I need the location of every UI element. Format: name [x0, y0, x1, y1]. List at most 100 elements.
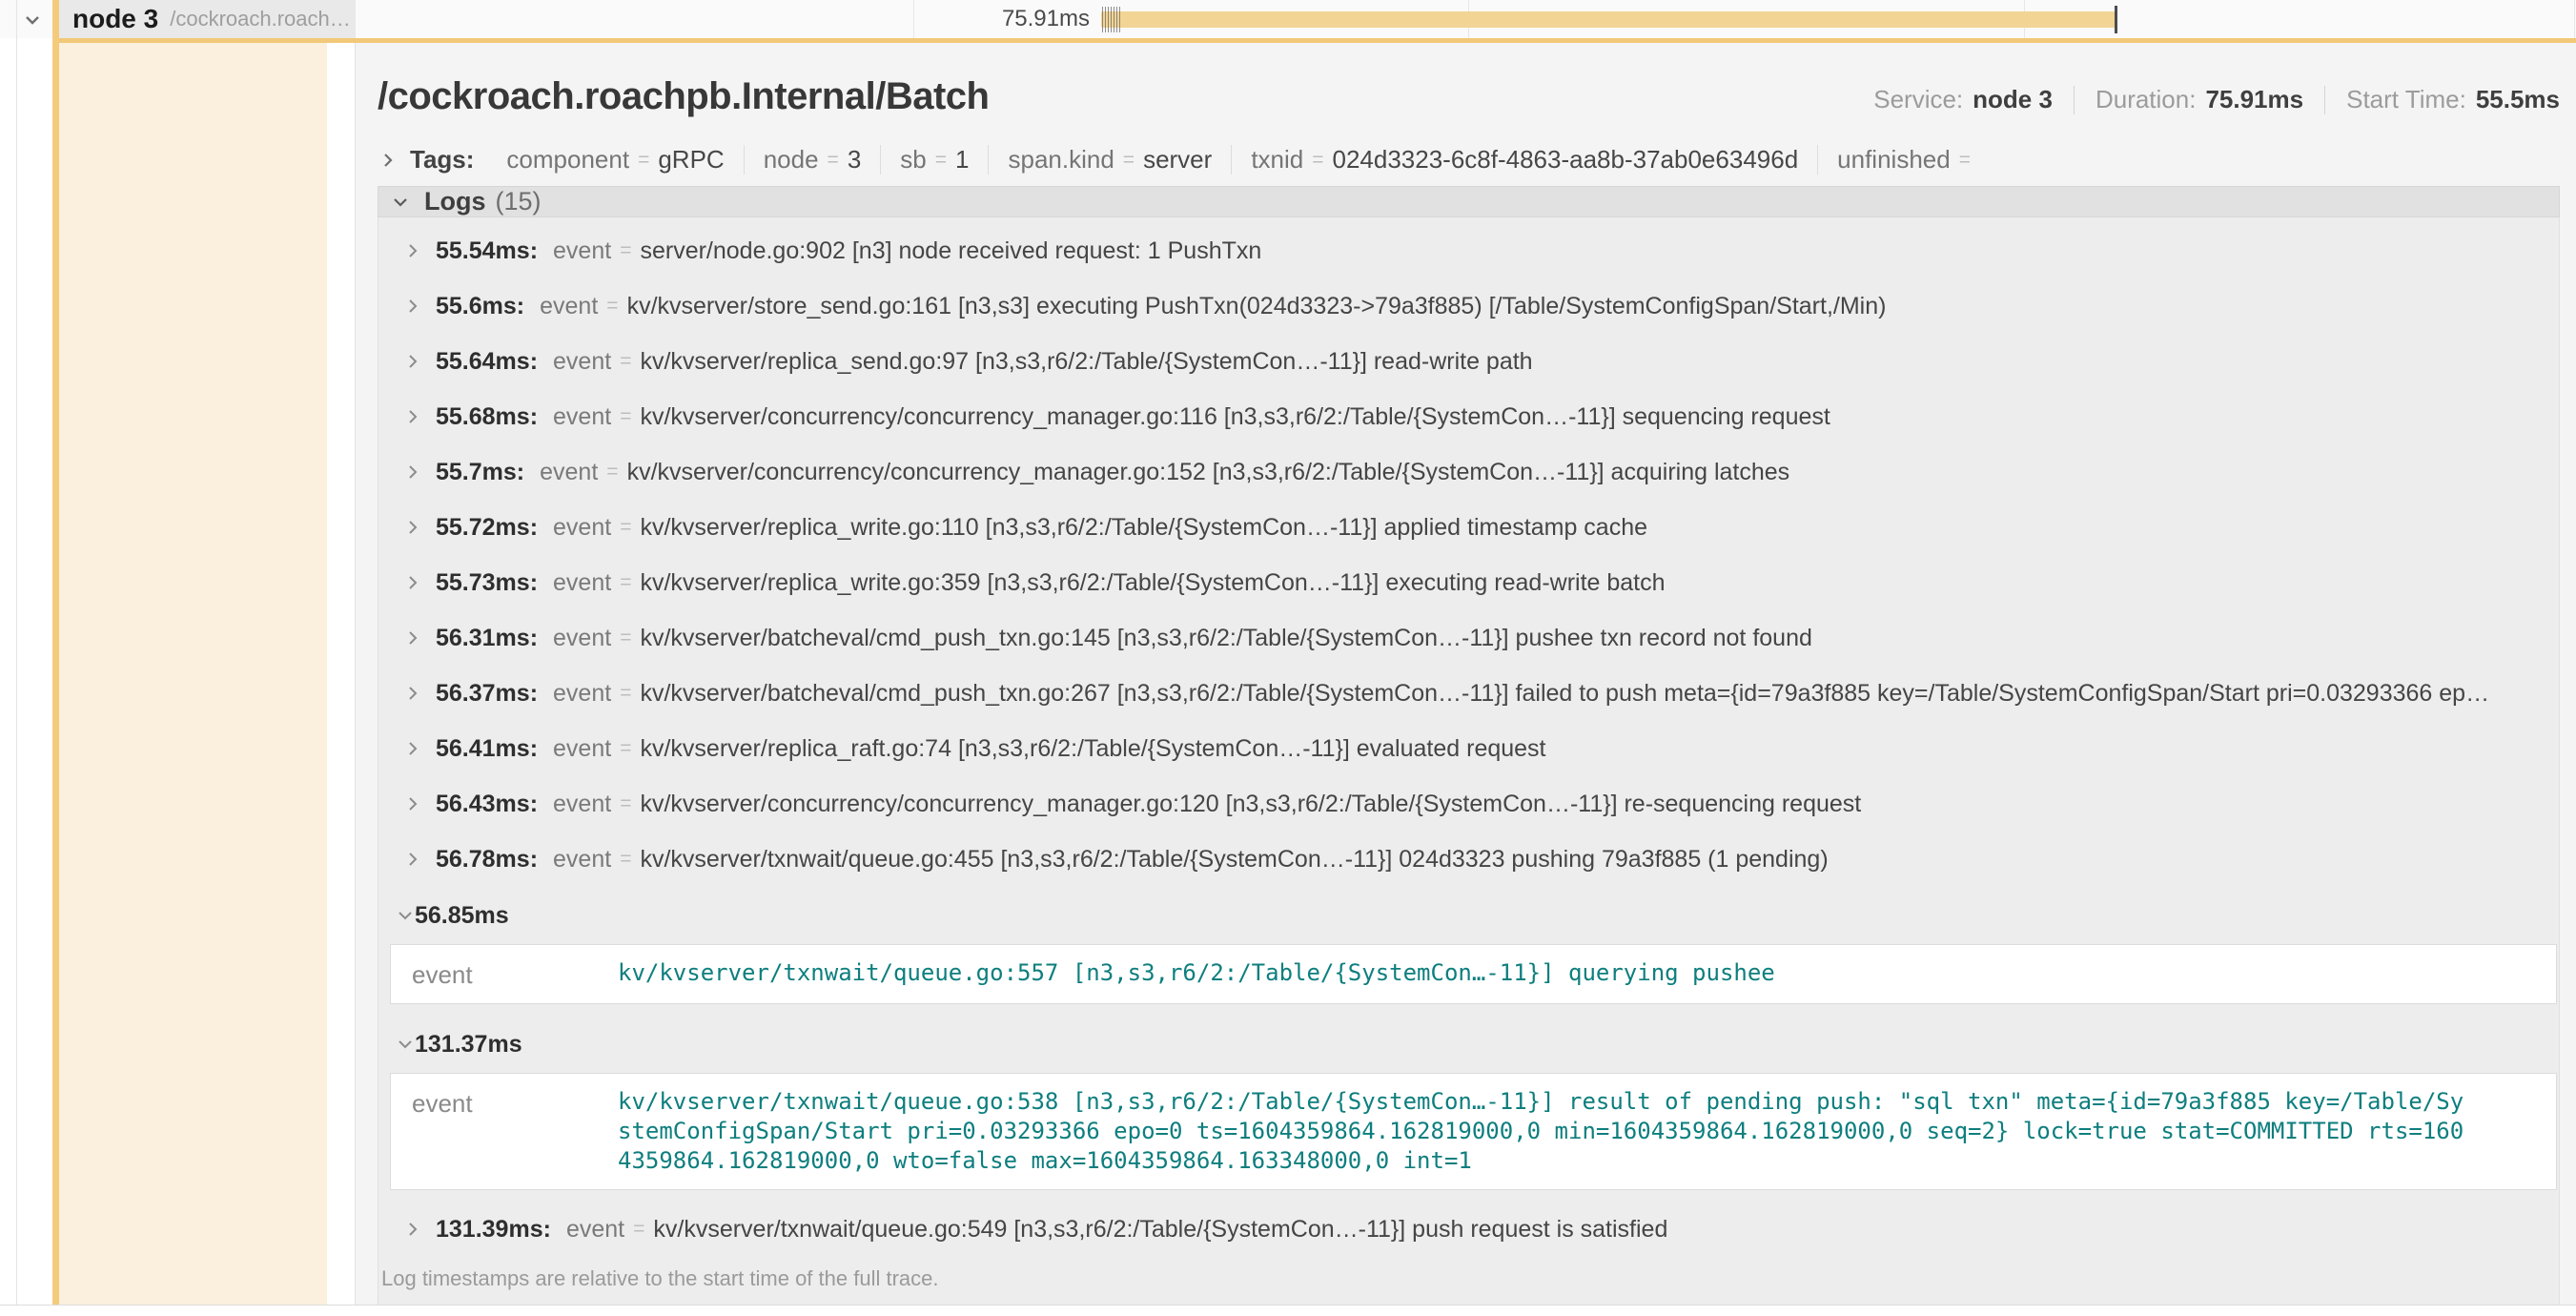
log-value: kv/kvserver/txnwait/queue.go:549 [n3,s3,… [653, 1216, 1667, 1244]
log-field-name: event [553, 403, 611, 431]
timeline-gridline [2574, 0, 2575, 38]
equals-sign: = [620, 627, 631, 649]
equals-sign: = [620, 682, 631, 705]
detail-header-meta: Service: node 3 Duration: 75.91ms Start … [1873, 85, 2560, 118]
tags-section-header[interactable]: Tags: component = gRPC node = 3 sb = 1 s… [378, 145, 2560, 175]
log-field-name: event [553, 680, 611, 708]
log-row[interactable]: 56.78ms: event = kv/kvserver/txnwait/que… [378, 832, 2559, 887]
log-field-name: event [553, 846, 611, 874]
log-field-name: event [553, 237, 611, 265]
log-timestamp: 56.37ms: [436, 680, 538, 708]
tags-label: Tags: [410, 145, 474, 175]
logs-section-header[interactable]: Logs (15) [378, 186, 2560, 217]
tag-item: node = 3 [744, 145, 881, 175]
log-row[interactable]: 55.54ms: event = server/node.go:902 [n3]… [378, 223, 2559, 278]
log-timestamp: 56.85ms [415, 902, 509, 930]
log-row[interactable]: 55.68ms: event = kv/kvserver/concurrency… [378, 389, 2559, 444]
log-field-name: event [540, 459, 598, 486]
equals-sign: = [620, 571, 631, 594]
log-value: kv/kvserver/batcheval/cmd_push_txn.go:26… [640, 680, 2489, 708]
log-value: kv/kvserver/batcheval/cmd_push_txn.go:14… [640, 625, 1811, 652]
log-timestamp: 55.68ms: [436, 403, 538, 431]
log-row[interactable]: 56.41ms: event = kv/kvserver/replica_raf… [378, 721, 2559, 776]
tag-value: 3 [848, 145, 861, 175]
chevron-down-icon [390, 192, 411, 213]
span-service-name: node 3 [72, 4, 158, 34]
log-timestamp: 55.54ms: [436, 237, 538, 265]
equals-sign: = [1312, 149, 1323, 172]
log-row[interactable]: 55.64ms: event = kv/kvserver/replica_sen… [378, 334, 2559, 389]
detail-header: /cockroach.roachpb.Internal/Batch Servic… [378, 75, 2560, 118]
tag-item: span.kind = server [988, 145, 1231, 175]
equals-sign: = [606, 295, 618, 318]
tree-column-divider [16, 0, 17, 1305]
log-timestamp: 56.41ms: [436, 735, 538, 763]
log-row-expanded-header[interactable]: 56.85ms [378, 887, 2559, 944]
log-timestamp: 55.7ms: [436, 459, 524, 486]
meta-divider [2074, 86, 2075, 114]
tag-value: server [1143, 145, 1212, 175]
chevron-right-icon [403, 850, 422, 869]
log-timestamp: 55.64ms: [436, 348, 538, 376]
tag-key: component [506, 145, 629, 175]
equals-sign: = [1959, 149, 1971, 172]
log-value: kv/kvserver/replica_send.go:97 [n3,s3,r6… [640, 348, 1532, 376]
chevron-right-icon [403, 241, 422, 260]
equals-sign: = [620, 848, 631, 871]
log-value: kv/kvserver/concurrency/concurrency_mana… [627, 459, 1790, 486]
log-timestamp: 56.78ms: [436, 846, 538, 874]
chevron-down-icon[interactable] [21, 9, 44, 31]
chevron-right-icon [403, 794, 422, 813]
start-time-value: 55.5ms [2476, 85, 2560, 114]
log-timestamp: 56.43ms: [436, 791, 538, 818]
service-value: node 3 [1973, 85, 2053, 114]
tag-item: txnid = 024d3323-6c8f-4863-aa8b-37ab0e63… [1231, 145, 1817, 175]
tag-value: 024d3323-6c8f-4863-aa8b-37ab0e63496d [1333, 145, 1799, 175]
log-row[interactable]: 55.7ms: event = kv/kvserver/concurrency/… [378, 444, 2559, 500]
span-name-tab[interactable]: node 3 /cockroach.roach… [59, 0, 356, 38]
log-field-name: event [566, 1216, 624, 1244]
span-detail-panel: /cockroach.roachpb.Internal/Batch Servic… [355, 43, 2576, 1305]
log-value: kv/kvserver/concurrency/concurrency_mana… [640, 403, 1830, 431]
log-row[interactable]: 56.37ms: event = kv/kvserver/batcheval/c… [378, 666, 2559, 721]
log-marker-end [2115, 6, 2117, 33]
log-row[interactable]: 55.73ms: event = kv/kvserver/replica_wri… [378, 555, 2559, 610]
chevron-right-icon [403, 297, 422, 316]
logs-count: (15) [496, 187, 542, 216]
tag-key: span.kind [1008, 145, 1114, 175]
tag-key: node [764, 145, 819, 175]
log-value: kv/kvserver/store_send.go:161 [n3,s3] ex… [627, 293, 1887, 320]
meta-divider [2324, 86, 2325, 114]
page-title: /cockroach.roachpb.Internal/Batch [378, 75, 989, 118]
log-field-name: event [553, 514, 611, 542]
log-row[interactable]: 56.43ms: event = kv/kvserver/concurrency… [378, 776, 2559, 832]
span-duration-bar[interactable] [1101, 11, 2116, 28]
chevron-down-icon [396, 906, 415, 925]
log-row[interactable]: 131.39ms: event = kv/kvserver/txnwait/qu… [378, 1202, 2559, 1257]
equals-sign: = [620, 405, 631, 428]
equals-sign: = [606, 461, 618, 483]
chevron-right-icon [403, 573, 422, 592]
logs-title: Logs [424, 187, 486, 216]
log-timestamp: 131.39ms: [436, 1216, 551, 1244]
service-label: Service: [1873, 85, 1963, 114]
chevron-right-icon [403, 684, 422, 703]
tag-item: sb = 1 [880, 145, 988, 175]
log-value-detail: kv/kvserver/txnwait/queue.go:557 [n3,s3,… [618, 958, 2477, 990]
log-value: kv/kvserver/replica_raft.go:74 [n3,s3,r6… [640, 735, 1545, 763]
tag-key: unfinished [1837, 145, 1951, 175]
log-row[interactable]: 55.72ms: event = kv/kvserver/replica_wri… [378, 500, 2559, 555]
tag-item: unfinished = [1817, 145, 1998, 175]
detail-row-left-panel [59, 43, 327, 1305]
log-row[interactable]: 56.31ms: event = kv/kvserver/batcheval/c… [378, 610, 2559, 666]
chevron-right-icon [378, 150, 399, 171]
log-marker [1116, 7, 1117, 32]
tag-value: 1 [955, 145, 969, 175]
log-row[interactable]: 55.6ms: event = kv/kvserver/store_send.g… [378, 278, 2559, 334]
equals-sign: = [620, 516, 631, 539]
tag-value: gRPC [658, 145, 724, 175]
start-time-label: Start Time: [2346, 85, 2466, 114]
detail-bottom-divider [0, 1305, 2576, 1306]
log-row-expanded-header[interactable]: 131.37ms [378, 1016, 2559, 1073]
equals-sign: = [620, 239, 631, 262]
